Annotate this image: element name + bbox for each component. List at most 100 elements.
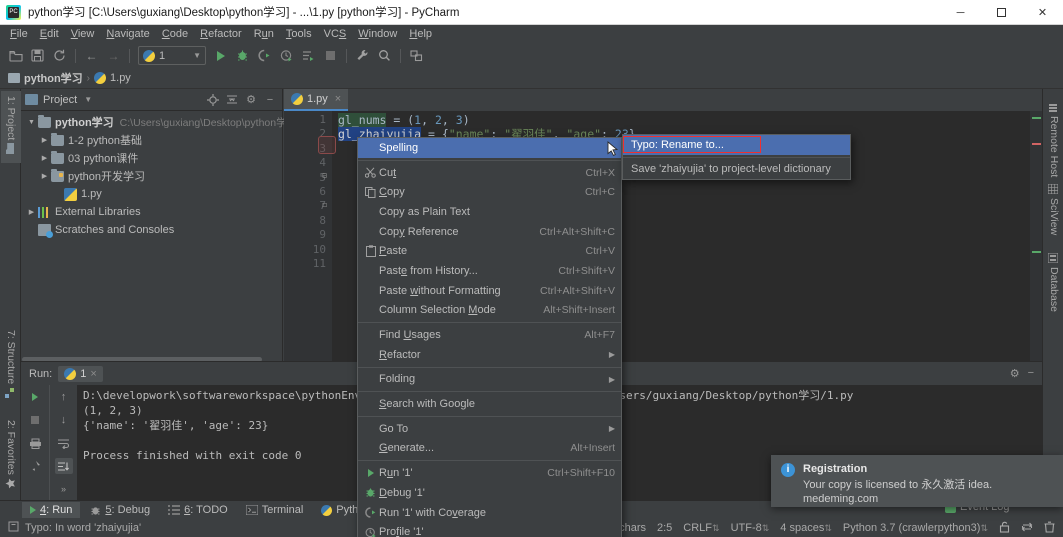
hide-panel-icon[interactable]: −: [1028, 367, 1034, 380]
project-panel-title[interactable]: Project: [43, 94, 77, 106]
close-button[interactable]: ✕: [1022, 0, 1063, 25]
twisty-collapsed-icon[interactable]: ▶: [38, 136, 51, 144]
bottom-tab-terminal[interactable]: Terminal: [238, 502, 312, 518]
status-indent[interactable]: 4 spaces⇅: [780, 522, 832, 534]
scroll-to-end-icon[interactable]: [54, 458, 73, 474]
context-menu-item-search-with-google[interactable]: Search with Google: [358, 394, 621, 414]
context-menu-item-refactor[interactable]: Refactor ▶: [358, 345, 621, 365]
sync-refresh-icon[interactable]: [49, 45, 70, 66]
print-icon[interactable]: [26, 435, 44, 451]
tree-node-scratches-and-consoles[interactable]: Scratches and Consoles: [21, 221, 282, 239]
twisty-collapsed-icon[interactable]: ▶: [38, 154, 51, 162]
menu-edit[interactable]: Edit: [34, 26, 65, 42]
rail-item-sciview[interactable]: SciView: [1044, 175, 1063, 240]
forward-icon[interactable]: →: [103, 45, 124, 66]
menu-run[interactable]: Run: [248, 26, 280, 42]
lock-readonly-icon[interactable]: [999, 521, 1010, 536]
rail-item-2-favorites[interactable]: 2: Favorites: [1, 415, 21, 498]
context-menu-item-debug-1[interactable]: Debug '1': [358, 483, 621, 503]
context-menu-item-spelling[interactable]: Spelling ▶: [358, 138, 621, 158]
menu-vcs[interactable]: VCS: [318, 26, 353, 42]
context-menu-item-paste[interactable]: Paste Ctrl+V: [358, 241, 621, 261]
debug-icon[interactable]: [232, 45, 253, 66]
check-updates-icon[interactable]: [406, 45, 427, 66]
rail-item-remote-host[interactable]: Remote Host: [1044, 93, 1063, 182]
menu-help[interactable]: Help: [403, 26, 438, 42]
settings-gear-icon[interactable]: ⚙: [243, 92, 259, 108]
error-stripe-markbar[interactable]: [1030, 111, 1042, 361]
scroll-up-icon[interactable]: ↑: [55, 389, 73, 405]
context-menu-item-folding[interactable]: Folding ▶: [358, 370, 621, 390]
maximize-button[interactable]: [981, 0, 1022, 25]
menu-file[interactable]: File: [4, 26, 34, 42]
collapse-all-icon[interactable]: [224, 92, 240, 108]
close-icon[interactable]: ×: [90, 368, 96, 380]
chevron-down-icon[interactable]: ▼: [84, 95, 92, 104]
bottom-tab-5-debug[interactable]: 5: Debug: [82, 502, 158, 518]
menu-tools[interactable]: Tools: [280, 26, 318, 42]
context-menu-item-run-1[interactable]: Run '1' Ctrl+Shift+F10: [358, 463, 621, 483]
rerun-icon[interactable]: [26, 389, 44, 405]
context-menu-item-find-usages[interactable]: Find Usages Alt+F7: [358, 325, 621, 345]
status-caret-position[interactable]: 2:5: [657, 522, 672, 534]
tree-node-1-2-python-[interactable]: ▶ 1-2 python基础: [21, 131, 282, 149]
run-configuration-selector[interactable]: 1 ▼: [138, 46, 206, 65]
run-icon[interactable]: [210, 45, 231, 66]
wrench-settings-icon[interactable]: [352, 45, 373, 66]
run-tab-1[interactable]: 1 ×: [58, 365, 103, 382]
tree-node-1-py[interactable]: 1.py: [21, 185, 282, 203]
memory-trash-icon[interactable]: [1044, 521, 1055, 536]
minimize-button[interactable]: ─: [940, 0, 981, 25]
bottom-tab-6-todo[interactable]: 6: TODO: [160, 502, 236, 518]
status-line-separator[interactable]: CRLF⇅: [683, 522, 719, 534]
tree-node-python-[interactable]: ▶ python开发学习: [21, 167, 282, 185]
menu-view[interactable]: View: [65, 26, 101, 42]
context-menu-item-copy-as-plain-text[interactable]: Copy as Plain Text: [358, 202, 621, 222]
context-menu-item-copy-reference[interactable]: Copy Reference Ctrl+Alt+Shift+C: [358, 222, 621, 242]
context-menu-item-paste-from-history[interactable]: Paste from History... Ctrl+Shift+V: [358, 261, 621, 281]
context-menu-item-cut[interactable]: Cut Ctrl+X: [358, 163, 621, 183]
expand-more-icon[interactable]: »: [55, 481, 73, 497]
context-menu-item-column-selection-mode[interactable]: Column Selection Mode Alt+Shift+Insert: [358, 301, 621, 321]
context-menu-item-paste-without-formatting[interactable]: Paste without Formatting Ctrl+Alt+Shift+V: [358, 281, 621, 301]
save-all-icon[interactable]: [27, 45, 48, 66]
menu-navigate[interactable]: Navigate: [100, 26, 155, 42]
submenu-item-typo-rename-to[interactable]: Typo: Rename to...: [623, 135, 850, 155]
editor-tab-1py[interactable]: 1.py ×: [284, 89, 349, 111]
tree-node-03-python-[interactable]: ▶ 03 python课件: [21, 149, 282, 167]
profile-icon[interactable]: [276, 45, 297, 66]
fold-marker-def[interactable]: ⊟: [320, 171, 329, 180]
rail-item-1-project[interactable]: 1: Project: [1, 91, 21, 164]
tree-node-python-[interactable]: ▼ python学习 C:\Users\guxiang\Desktop\python…: [21, 113, 287, 131]
run-with-coverage-icon[interactable]: [254, 45, 275, 66]
context-menu-item-generate[interactable]: Generate... Alt+Insert: [358, 439, 621, 459]
scroll-down-icon[interactable]: ↓: [55, 412, 73, 428]
concurrency-diagram-icon[interactable]: [298, 45, 319, 66]
open-folder-icon[interactable]: [5, 45, 26, 66]
hide-panel-icon[interactable]: −: [262, 92, 278, 108]
rail-item-7-structure[interactable]: 7: Structure: [1, 325, 21, 407]
submenu-item-save-zhaiyujia-to-project-level-dictionary[interactable]: Save 'zhaiyujia' to project-level dictio…: [623, 160, 850, 180]
fold-marker-block[interactable]: ◻: [320, 200, 329, 209]
twisty-expanded-icon[interactable]: ▼: [25, 119, 38, 126]
search-everywhere-icon[interactable]: [374, 45, 395, 66]
stop-icon[interactable]: [26, 412, 44, 428]
pin-tab-icon[interactable]: [26, 458, 44, 474]
status-encoding[interactable]: UTF-8⇅: [731, 522, 770, 534]
close-icon[interactable]: ×: [335, 93, 341, 105]
menu-code[interactable]: Code: [156, 26, 194, 42]
tree-node-external-libraries[interactable]: ▶ External Libraries: [21, 203, 282, 221]
twisty-collapsed-icon[interactable]: ▶: [25, 208, 38, 216]
status-interpreter[interactable]: Python 3.7 (crawlerpython3)⇅: [843, 522, 988, 534]
back-icon[interactable]: ←: [81, 45, 102, 66]
context-menu-item-copy[interactable]: Copy Ctrl+C: [358, 182, 621, 202]
soft-wrap-icon[interactable]: [55, 435, 73, 451]
locate-target-icon[interactable]: [205, 92, 221, 108]
bottom-tab-4-run[interactable]: 4: Run: [22, 502, 81, 518]
breadcrumb-file[interactable]: 1.py: [110, 72, 131, 84]
context-menu-item-go-to[interactable]: Go To ▶: [358, 419, 621, 439]
settings-gear-icon[interactable]: ⚙: [1010, 367, 1020, 380]
context-menu-item-profile-1[interactable]: Profile '1': [358, 522, 621, 537]
menu-refactor[interactable]: Refactor: [194, 26, 248, 42]
registration-balloon[interactable]: i Registration Your copy is licensed to …: [771, 455, 1063, 507]
